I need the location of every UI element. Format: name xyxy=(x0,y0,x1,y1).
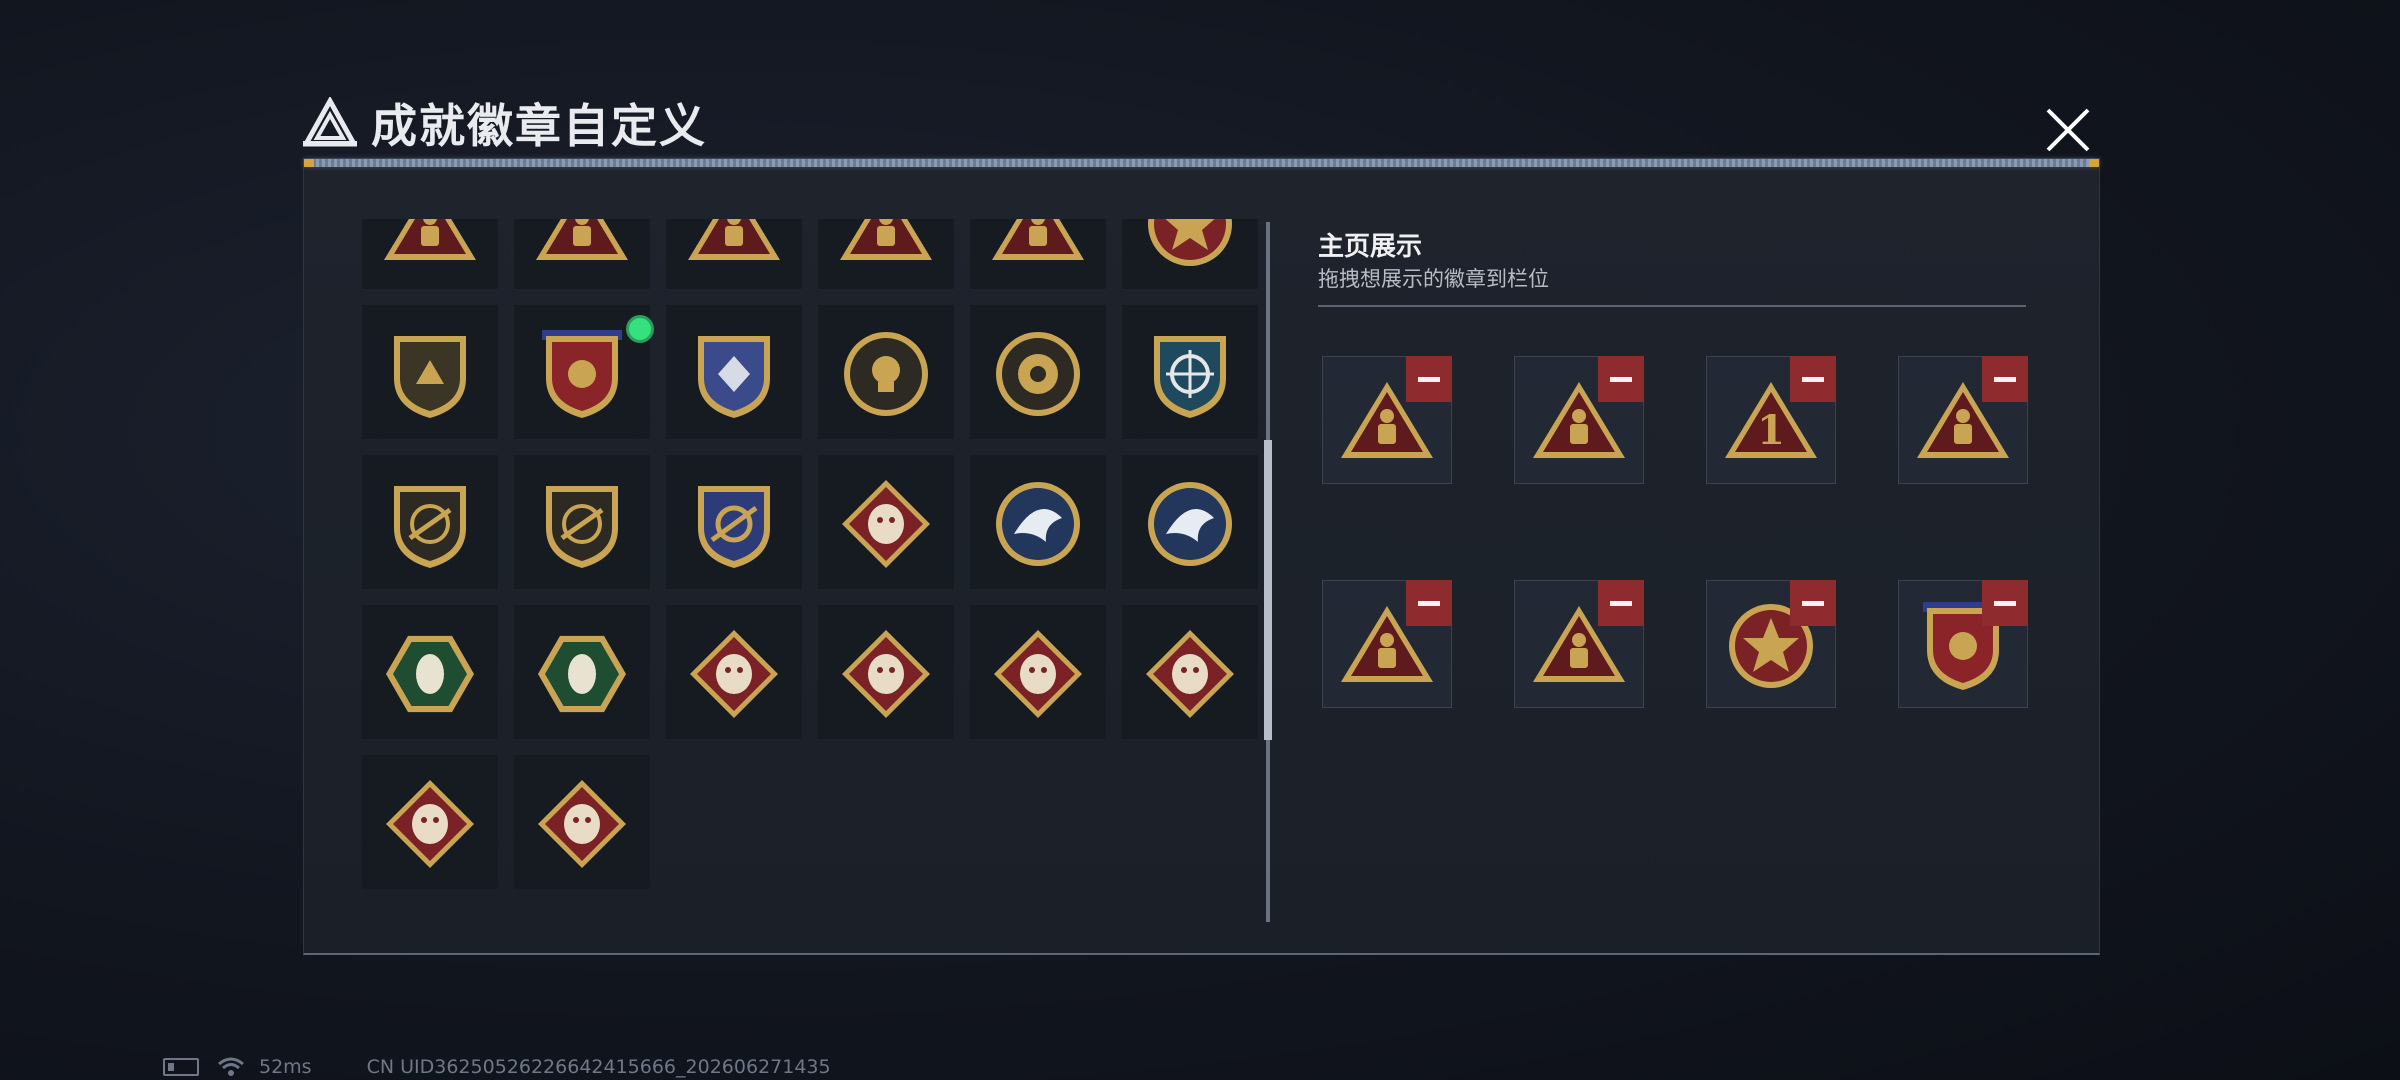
badge-shield-flag-red[interactable] xyxy=(514,305,654,439)
remove-badge-button[interactable] xyxy=(1406,356,1452,402)
showcase-slot[interactable] xyxy=(1322,580,1452,708)
badge-triangle-red[interactable] xyxy=(362,219,498,289)
hex-wasp-green-badge-icon xyxy=(386,635,474,713)
hex-runner-green-badge-icon xyxy=(538,635,626,713)
showcase-slot[interactable] xyxy=(1514,356,1644,484)
battery-icon xyxy=(163,1058,199,1076)
showcase-subtitle: 拖拽想展示的徽章到栏位 xyxy=(1318,267,1549,291)
badge-grid-scroll[interactable] xyxy=(362,219,1262,1079)
shield-rifle-dark-badge-icon xyxy=(394,486,466,568)
round-skull-dark-badge-icon xyxy=(844,332,928,416)
shield-dark-badge-icon xyxy=(394,336,466,418)
badge-shield-gold-blue[interactable] xyxy=(666,455,802,589)
showcase-slot[interactable]: 1 xyxy=(1706,356,1836,484)
round-shield-dark-badge-icon xyxy=(996,332,1080,416)
diamond-runner-red-badge-icon xyxy=(994,630,1082,718)
remove-badge-button[interactable] xyxy=(1406,580,1452,626)
badge-shield-wings-blue[interactable] xyxy=(666,305,802,439)
badge-shield-dark[interactable] xyxy=(362,305,498,439)
triangle-red-badge-icon xyxy=(840,219,932,260)
badge-star-round-red[interactable] xyxy=(1122,219,1258,289)
uid-text: CN UID36250526226642415666_202606271435 xyxy=(366,1056,831,1078)
diamond-dragon-red-badge-icon xyxy=(842,630,930,718)
wifi-icon xyxy=(218,1057,244,1076)
remove-badge-button[interactable] xyxy=(1790,580,1836,626)
badge-shield-crosshair-blue[interactable] xyxy=(1122,305,1258,439)
triangle-red-badge-icon xyxy=(384,219,476,260)
showcase-title: 主页展示 xyxy=(1318,232,1423,262)
showcase-divider xyxy=(1318,305,2026,307)
triangle-red-badge-icon xyxy=(536,219,628,260)
badge-round-eagle-blue[interactable] xyxy=(970,455,1106,589)
svg-text:1: 1 xyxy=(1757,407,1785,454)
remove-badge-button[interactable] xyxy=(1790,356,1836,402)
diamond-gear-red-badge-icon xyxy=(1146,630,1234,718)
diamond-tools-red-badge-icon xyxy=(538,780,626,868)
showcase-slot[interactable] xyxy=(1322,356,1452,484)
diamond-horse-red-badge-icon xyxy=(386,780,474,868)
diamond-dragon-red-badge-icon xyxy=(690,630,778,718)
page-title: 成就徽章自定义 xyxy=(371,99,707,153)
shield-sword-dark-badge-icon xyxy=(546,486,618,568)
badge-hex-wasp-green[interactable] xyxy=(362,605,498,739)
showcase-slot[interactable] xyxy=(1514,580,1644,708)
badge-diamond-gear-red[interactable] xyxy=(1122,605,1258,739)
ping-text: 52ms xyxy=(259,1056,312,1078)
badge-diamond-wolf-red[interactable] xyxy=(818,455,954,589)
badge-diamond-dragon-red[interactable] xyxy=(666,605,802,739)
panel-top-bar xyxy=(304,159,2099,167)
title-bar: 成就徽章自定义 xyxy=(303,88,707,158)
badge-triangle-red[interactable] xyxy=(514,219,650,289)
star-round-red-badge-icon xyxy=(1148,219,1232,266)
badge-shield-rifle-dark[interactable] xyxy=(362,455,498,589)
triangle-a-logo-icon xyxy=(303,97,357,147)
triangle-red-badge-icon xyxy=(688,219,780,260)
remove-badge-button[interactable] xyxy=(1598,580,1644,626)
showcase-slot[interactable] xyxy=(1898,356,2028,484)
scrollbar-thumb[interactable] xyxy=(1264,440,1272,740)
badge-diamond-dragon-red[interactable] xyxy=(818,605,954,739)
badge-diamond-runner-red[interactable] xyxy=(970,605,1106,739)
close-icon[interactable] xyxy=(2038,100,2098,160)
badge-round-eagle-blue[interactable] xyxy=(1122,455,1258,589)
round-eagle-blue-badge-icon xyxy=(1148,482,1232,566)
badge-customize-panel xyxy=(303,158,2100,955)
badge-round-shield-dark[interactable] xyxy=(970,305,1106,439)
badge-shield-sword-dark[interactable] xyxy=(514,455,650,589)
remove-badge-button[interactable] xyxy=(1598,356,1644,402)
badge-round-skull-dark[interactable] xyxy=(818,305,954,439)
shield-wings-blue-badge-icon xyxy=(698,336,770,418)
diamond-wolf-red-badge-icon xyxy=(842,480,930,568)
showcase-slot[interactable] xyxy=(1898,580,2028,708)
status-bar: 52ms CN UID36250526226642415666_20260627… xyxy=(163,1056,831,1078)
remove-badge-button[interactable] xyxy=(1982,580,2028,626)
showcase-slot[interactable] xyxy=(1706,580,1836,708)
remove-badge-button[interactable] xyxy=(1982,356,2028,402)
triangle-red-badge-icon xyxy=(992,219,1084,260)
badge-diamond-horse-red[interactable] xyxy=(362,755,498,889)
shield-gold-blue-badge-icon xyxy=(698,486,770,568)
badge-hex-runner-green[interactable] xyxy=(514,605,650,739)
shield-crosshair-blue-badge-icon xyxy=(1154,336,1226,418)
badge-triangle-red[interactable] xyxy=(970,219,1106,289)
round-eagle-blue-badge-icon xyxy=(996,482,1080,566)
badge-triangle-red[interactable] xyxy=(818,219,954,289)
new-indicator-dot xyxy=(626,315,654,343)
badge-diamond-tools-red[interactable] xyxy=(514,755,650,889)
badge-triangle-red[interactable] xyxy=(666,219,802,289)
